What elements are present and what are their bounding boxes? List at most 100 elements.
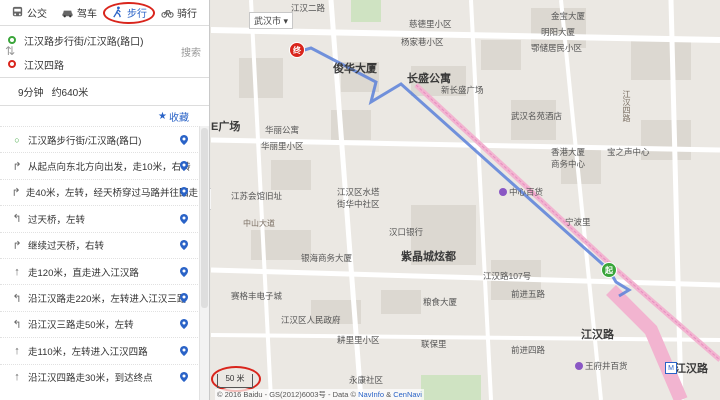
map-label: 明阳大厦 (541, 27, 576, 37)
mode-bike[interactable]: 骑行 (154, 0, 204, 26)
map-label: 粮食大厦 (423, 297, 458, 307)
step-list: ○ 江汉路步行街/江汉路(路口) ↱ 从起点向东北方向出发，走10米，右转 ↱ 走40米，… (0, 126, 198, 390)
search-button[interactable]: 搜索 (181, 44, 201, 59)
scrollbar-thumb[interactable] (201, 128, 208, 308)
step-text: 沿江汉路走220米，左转进入江汉三路 (28, 294, 187, 306)
location-pin-icon[interactable] (180, 372, 188, 383)
map-label: 街华中社区 (337, 199, 380, 209)
start-marker[interactable]: 起 (601, 262, 617, 278)
map-label: 江汉路107号 (483, 271, 532, 281)
travel-mode-bar: 公交 驾车 步行 骑行 (0, 0, 209, 26)
star-icon: ★ (158, 110, 167, 122)
origin-value: 江汉路步行街/江汉路(路口) (24, 36, 144, 48)
mode-walk[interactable]: 步行 (103, 0, 155, 26)
copyright-separator: & (386, 390, 392, 399)
metro-icon[interactable]: M (665, 362, 677, 374)
step-text: 走120米，直走进入江汉路 (28, 267, 139, 279)
mode-bus[interactable]: 公交 (4, 0, 54, 26)
city-value: 武汉市 (254, 16, 282, 26)
map-label: 武汉名苑酒店 (511, 111, 563, 121)
route-distance: 约640米 (51, 88, 89, 99)
location-pin-icon[interactable] (180, 187, 188, 198)
step-item[interactable]: ↑ 走110米，左转进入江汉四路 (0, 337, 198, 363)
location-pin-icon[interactable] (180, 134, 188, 145)
map-label: 杨家巷小区 (401, 37, 444, 47)
map-canvas (211, 0, 720, 400)
map-label: 华丽公寓 (265, 125, 300, 135)
location-pin-icon[interactable] (180, 293, 188, 304)
step-text: 江汉路步行街/江汉路(路口) (28, 135, 142, 147)
map-label: 江汉区水塔 (337, 187, 380, 197)
straight-icon: ↑ (14, 371, 20, 384)
map-label: 慈德里小区 (409, 19, 452, 29)
shopping-icon (575, 362, 583, 370)
map-label-text: 中心百货 (509, 187, 544, 197)
mode-drive[interactable]: 驾车 (54, 0, 104, 26)
turn-left-icon: ↰ (12, 292, 22, 305)
city-selector[interactable]: 武汉市 ▾ (249, 12, 294, 29)
map-label: 江汉二路 (291, 3, 326, 13)
road-label: 江汉四路 (622, 90, 631, 122)
map-label: 耕里里小区 (337, 335, 380, 345)
turn-right-icon: ↱ (12, 160, 22, 173)
location-pin-icon[interactable] (180, 319, 188, 330)
destination-value: 江汉四路 (24, 60, 64, 72)
mode-bike-label: 骑行 (177, 9, 197, 20)
turn-left-icon: ↰ (12, 213, 22, 226)
cennavi-link[interactable]: CenNavi (393, 390, 422, 399)
step-item[interactable]: ↰ 沿江汉路走220米，左转进入江汉三路 (0, 284, 198, 310)
location-pin-icon[interactable] (180, 345, 188, 356)
step-item[interactable]: ↰ 沿江汉三路走50米，左转 (0, 310, 198, 337)
step-item[interactable]: ↰ 过天桥，左转 (0, 205, 198, 231)
step-list-scrollbar[interactable] (199, 126, 209, 400)
step-text: 继续过天桥，右转 (28, 241, 105, 253)
origin-field[interactable]: 江汉路步行街/江汉路(路口) (0, 28, 179, 52)
map-label: 永康社区 (349, 375, 384, 385)
step-text: 走40米，左转，经天桥穿过马路并往回走 (25, 188, 198, 200)
map-label: 新长盛广场 (441, 85, 484, 95)
map-label: 前进五路 (511, 289, 546, 299)
bus-icon (12, 6, 23, 17)
route-input-box: ⇅ 江汉路步行街/江汉路(路口) 江汉四路 搜索 (0, 26, 209, 78)
mode-drive-label: 驾车 (77, 9, 97, 20)
step-item[interactable]: ↱ 从起点向东北方向出发，走10米，右转 (0, 152, 198, 178)
straight-icon: ↑ (14, 344, 20, 357)
copyright-text: © 2016 Baidu - GS(2012)6003号 - Data © (217, 390, 357, 399)
destination-dot-icon (8, 60, 16, 68)
end-marker[interactable]: 终 (289, 42, 305, 58)
location-pin-icon[interactable] (180, 240, 188, 251)
step-item[interactable]: ↑ 沿江汉四路走30米，到达终点 (0, 363, 198, 390)
map-view[interactable]: 武汉市 ▾ 江汉二路 慈德里小区 金宝大厦 明阳大厦 杨家巷小区 鄂储居民小区 … (211, 0, 720, 400)
collect-button[interactable]: 收藏 (169, 109, 189, 124)
step-item[interactable]: ↱ 继续过天桥，右转 (0, 231, 198, 258)
walk-icon (113, 6, 121, 18)
map-label: 江汉路 (675, 363, 708, 375)
map-label: 金宝大厦 (551, 11, 586, 21)
map-label: 俊华大厦 (333, 63, 377, 75)
step-text: 沿江汉四路走30米，到达终点 (28, 373, 153, 385)
map-label: 江汉区人民政府 (281, 315, 341, 325)
map-label: 江汉路 (581, 329, 614, 341)
step-item[interactable]: ↑ 走120米，直走进入江汉路 (0, 257, 198, 284)
step-text: 沿江汉三路走50米，左转 (28, 320, 134, 332)
map-label: 宁波里 (565, 217, 591, 227)
step-text: 过天桥，左转 (28, 214, 86, 226)
map-label: 香港大厦 (551, 147, 586, 157)
location-pin-icon[interactable] (180, 161, 188, 172)
map-label: 中心百货 (499, 186, 543, 198)
map-label: 赛格丰电子城 (231, 291, 283, 301)
road-label: 中山大道 (243, 219, 275, 228)
step-item[interactable]: ↱ 走40米，左转，经天桥穿过马路并往回走 (0, 178, 198, 205)
straight-icon: ↑ (14, 265, 20, 278)
navinfo-link[interactable]: NavInfo (358, 390, 384, 399)
map-label: 江苏会馆旧址 (231, 191, 283, 201)
map-copyright: © 2016 Baidu - GS(2012)6003号 - Data © Na… (215, 389, 424, 400)
destination-field[interactable]: 江汉四路 (0, 52, 179, 76)
turn-right-icon: ↱ (12, 239, 22, 252)
location-pin-icon[interactable] (180, 266, 188, 277)
step-item[interactable]: ○ 江汉路步行街/江汉路(路口) (0, 126, 198, 152)
mode-walk-label: 步行 (127, 9, 147, 20)
car-icon (62, 10, 73, 18)
route-panel: 公交 驾车 步行 骑行 ⇅ 江汉路步行街/江汉路(路口) 江汉四路 搜索 9分钟… (0, 0, 210, 400)
location-pin-icon[interactable] (180, 213, 188, 224)
